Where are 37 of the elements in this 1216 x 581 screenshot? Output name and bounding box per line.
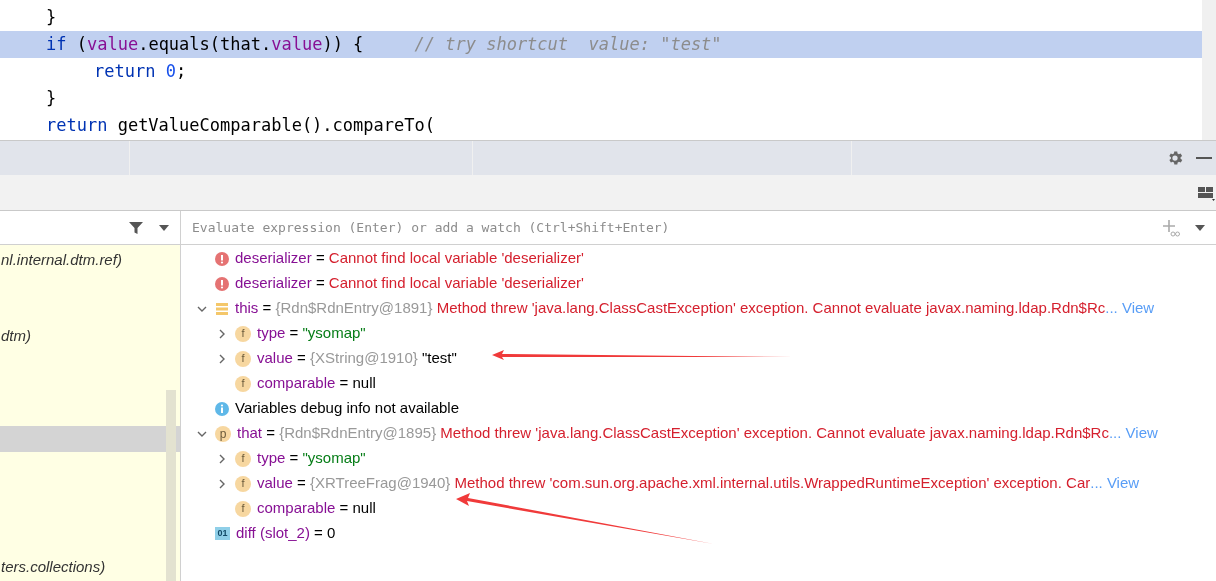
variable-entry: type = "ysomap" (257, 448, 366, 469)
variable-entry: deserializer = Cannot find local variable 'deserializer' (235, 248, 584, 269)
dropdown-icon[interactable] (158, 223, 170, 232)
variable-entry: value = {XRTreeFrag@1940} Method threw 'com.sun.org.apache.xml.internal.utils.WrappedRuntimeException' exception. Car (257, 473, 1091, 494)
filter-icon[interactable] (128, 219, 144, 236)
field-icon: f (235, 500, 251, 517)
info-icon (215, 401, 229, 416)
variable-entry: this = {Rdn$RdnEntry@1891} Method threw 'java.lang.ClassCastException' exception. Cannot evaluate javax.naming.ldap.Rdn$Rc (235, 298, 1106, 319)
variable-entry: that = {Rdn$RdnEntry@1895} Method threw 'java.lang.ClassCastException' exception. Cannot evaluate javax.naming.ldap.Rdn$Rc (237, 423, 1109, 444)
error-icon (215, 251, 229, 266)
error-icon (215, 276, 229, 291)
variable-entry: value = {XString@1910} "test" (257, 348, 457, 369)
field-icon: f (235, 375, 251, 392)
frame-item[interactable]: dtm) (0, 323, 180, 350)
watch-expression-field[interactable]: Evaluate expression (Enter) or add a watch (Ctrl+Shift+Enter) (192, 217, 1162, 238)
field-icon: f (235, 450, 251, 467)
layout-icon[interactable] (1197, 184, 1215, 201)
variable-entry: comparable = null (257, 498, 376, 519)
dropdown-icon[interactable] (1194, 223, 1206, 232)
field-icon: f (235, 325, 251, 342)
code-line: return 0; (93, 59, 188, 83)
field-icon: f (235, 350, 251, 367)
list-icon (215, 301, 229, 316)
code-line: } (45, 86, 58, 110)
variable-entry: comparable = null (257, 373, 376, 394)
variable-entry: type = "ysomap" (257, 323, 366, 344)
parameter-icon: p (215, 425, 231, 442)
frame-item[interactable]: nl.internal.dtm.ref) (0, 247, 180, 273)
code-line: } (45, 5, 58, 29)
primitive-icon: 01 (215, 527, 230, 540)
field-icon: f (235, 475, 251, 492)
variable-entry: deserializer = Cannot find local variable 'deserializer' (235, 273, 584, 294)
code-line: return getValueComparable().compareTo( (45, 113, 436, 137)
info-message: Variables debug info not available (235, 398, 460, 419)
variable-entry: diff (slot_2) = 0 (236, 523, 336, 544)
frame-item[interactable]: ters.collections) (0, 554, 180, 580)
scrollbar[interactable] (166, 390, 176, 581)
